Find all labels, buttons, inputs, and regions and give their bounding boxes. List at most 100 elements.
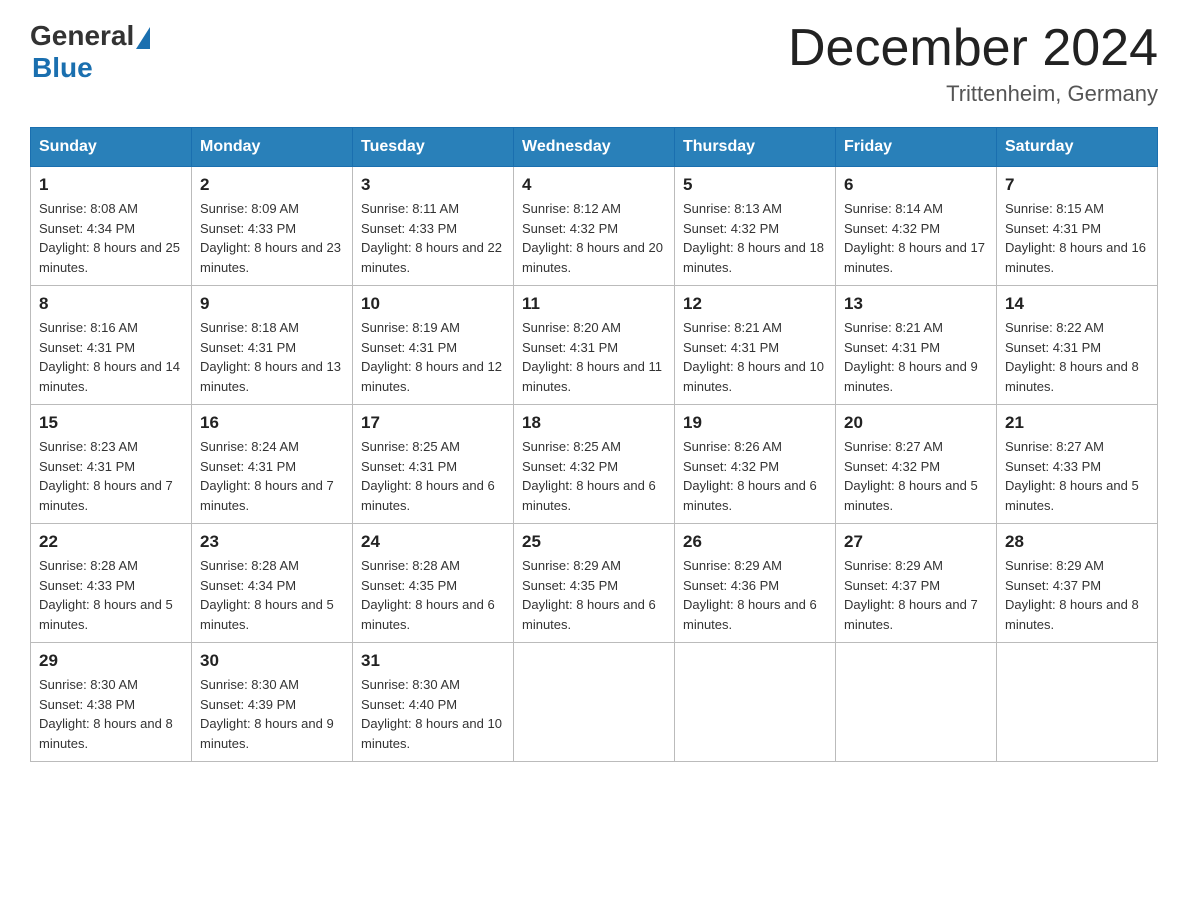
calendar-cell	[836, 643, 997, 762]
weekday-header-sunday: Sunday	[31, 128, 192, 167]
day-number: 20	[844, 413, 988, 433]
calendar-cell: 15 Sunrise: 8:23 AMSunset: 4:31 PMDayligh…	[31, 405, 192, 524]
calendar-week-row: 29 Sunrise: 8:30 AMSunset: 4:38 PMDayligh…	[31, 643, 1158, 762]
day-info: Sunrise: 8:24 AMSunset: 4:31 PMDaylight:…	[200, 437, 344, 515]
day-number: 1	[39, 175, 183, 195]
day-info: Sunrise: 8:30 AMSunset: 4:40 PMDaylight:…	[361, 675, 505, 753]
calendar-cell: 12 Sunrise: 8:21 AMSunset: 4:31 PMDayligh…	[675, 286, 836, 405]
calendar-cell: 9 Sunrise: 8:18 AMSunset: 4:31 PMDaylight…	[192, 286, 353, 405]
calendar-cell: 13 Sunrise: 8:21 AMSunset: 4:31 PMDayligh…	[836, 286, 997, 405]
calendar-cell: 2 Sunrise: 8:09 AMSunset: 4:33 PMDaylight…	[192, 167, 353, 286]
calendar-cell: 5Sunrise: 8:13 AMSunset: 4:32 PMDaylight…	[675, 167, 836, 286]
day-number: 26	[683, 532, 827, 552]
title-section: December 2024 Trittenheim, Germany	[788, 20, 1158, 107]
day-info: Sunrise: 8:27 AMSunset: 4:32 PMDaylight:…	[844, 437, 988, 515]
calendar-cell: 26 Sunrise: 8:29 AMSunset: 4:36 PMDayligh…	[675, 524, 836, 643]
calendar-cell: 22Sunrise: 8:28 AMSunset: 4:33 PMDayligh…	[31, 524, 192, 643]
day-number: 5	[683, 175, 827, 195]
day-number: 16	[200, 413, 344, 433]
day-info: Sunrise: 8:26 AMSunset: 4:32 PMDaylight:…	[683, 437, 827, 515]
calendar-cell: 29 Sunrise: 8:30 AMSunset: 4:38 PMDayligh…	[31, 643, 192, 762]
day-number: 18	[522, 413, 666, 433]
weekday-header-monday: Monday	[192, 128, 353, 167]
day-info: Sunrise: 8:20 AMSunset: 4:31 PMDaylight:…	[522, 318, 666, 396]
calendar-cell: 30Sunrise: 8:30 AMSunset: 4:39 PMDayligh…	[192, 643, 353, 762]
calendar-cell: 24 Sunrise: 8:28 AMSunset: 4:35 PMDayligh…	[353, 524, 514, 643]
day-info: Sunrise: 8:28 AMSunset: 4:34 PMDaylight:…	[200, 556, 344, 634]
day-info: Sunrise: 8:08 AMSunset: 4:34 PMDaylight:…	[39, 199, 183, 277]
day-number: 25	[522, 532, 666, 552]
day-number: 15	[39, 413, 183, 433]
calendar-cell: 1 Sunrise: 8:08 AMSunset: 4:34 PMDaylight…	[31, 167, 192, 286]
day-number: 12	[683, 294, 827, 314]
day-number: 31	[361, 651, 505, 671]
calendar-cell: 14Sunrise: 8:22 AMSunset: 4:31 PMDayligh…	[997, 286, 1158, 405]
day-number: 28	[1005, 532, 1149, 552]
day-number: 23	[200, 532, 344, 552]
day-info: Sunrise: 8:11 AMSunset: 4:33 PMDaylight:…	[361, 199, 505, 277]
calendar-cell: 3 Sunrise: 8:11 AMSunset: 4:33 PMDaylight…	[353, 167, 514, 286]
calendar-cell: 11 Sunrise: 8:20 AMSunset: 4:31 PMDayligh…	[514, 286, 675, 405]
day-info: Sunrise: 8:19 AMSunset: 4:31 PMDaylight:…	[361, 318, 505, 396]
day-number: 21	[1005, 413, 1149, 433]
logo: General Blue	[30, 20, 150, 84]
day-info: Sunrise: 8:29 AMSunset: 4:36 PMDaylight:…	[683, 556, 827, 634]
day-number: 17	[361, 413, 505, 433]
calendar-cell: 28 Sunrise: 8:29 AMSunset: 4:37 PMDayligh…	[997, 524, 1158, 643]
calendar-cell: 19 Sunrise: 8:26 AMSunset: 4:32 PMDayligh…	[675, 405, 836, 524]
day-number: 9	[200, 294, 344, 314]
day-number: 6	[844, 175, 988, 195]
weekday-header-thursday: Thursday	[675, 128, 836, 167]
day-info: Sunrise: 8:21 AMSunset: 4:31 PMDaylight:…	[844, 318, 988, 396]
day-number: 19	[683, 413, 827, 433]
calendar-cell: 16 Sunrise: 8:24 AMSunset: 4:31 PMDayligh…	[192, 405, 353, 524]
weekday-header-saturday: Saturday	[997, 128, 1158, 167]
day-number: 29	[39, 651, 183, 671]
calendar-week-row: 1 Sunrise: 8:08 AMSunset: 4:34 PMDaylight…	[31, 167, 1158, 286]
day-info: Sunrise: 8:14 AMSunset: 4:32 PMDaylight:…	[844, 199, 988, 277]
calendar-week-row: 15 Sunrise: 8:23 AMSunset: 4:31 PMDayligh…	[31, 405, 1158, 524]
day-number: 11	[522, 294, 666, 314]
day-info: Sunrise: 8:29 AMSunset: 4:35 PMDaylight:…	[522, 556, 666, 634]
day-info: Sunrise: 8:29 AMSunset: 4:37 PMDaylight:…	[844, 556, 988, 634]
day-info: Sunrise: 8:28 AMSunset: 4:35 PMDaylight:…	[361, 556, 505, 634]
day-info: Sunrise: 8:23 AMSunset: 4:31 PMDaylight:…	[39, 437, 183, 515]
day-info: Sunrise: 8:09 AMSunset: 4:33 PMDaylight:…	[200, 199, 344, 277]
weekday-header-wednesday: Wednesday	[514, 128, 675, 167]
day-info: Sunrise: 8:30 AMSunset: 4:38 PMDaylight:…	[39, 675, 183, 753]
day-info: Sunrise: 8:29 AMSunset: 4:37 PMDaylight:…	[1005, 556, 1149, 634]
calendar-cell: 4Sunrise: 8:12 AMSunset: 4:32 PMDaylight…	[514, 167, 675, 286]
month-title: December 2024	[788, 20, 1158, 77]
calendar-cell: 8 Sunrise: 8:16 AMSunset: 4:31 PMDaylight…	[31, 286, 192, 405]
day-number: 3	[361, 175, 505, 195]
calendar-cell: 10 Sunrise: 8:19 AMSunset: 4:31 PMDayligh…	[353, 286, 514, 405]
weekday-header-row: SundayMondayTuesdayWednesdayThursdayFrid…	[31, 128, 1158, 167]
calendar-cell: 31 Sunrise: 8:30 AMSunset: 4:40 PMDayligh…	[353, 643, 514, 762]
calendar-cell	[675, 643, 836, 762]
calendar-cell	[997, 643, 1158, 762]
logo-blue-text: Blue	[32, 52, 93, 84]
calendar-cell: 6 Sunrise: 8:14 AMSunset: 4:32 PMDaylight…	[836, 167, 997, 286]
calendar-cell: 7Sunrise: 8:15 AMSunset: 4:31 PMDaylight…	[997, 167, 1158, 286]
day-info: Sunrise: 8:16 AMSunset: 4:31 PMDaylight:…	[39, 318, 183, 396]
calendar-cell: 27 Sunrise: 8:29 AMSunset: 4:37 PMDayligh…	[836, 524, 997, 643]
day-number: 24	[361, 532, 505, 552]
day-number: 2	[200, 175, 344, 195]
day-info: Sunrise: 8:21 AMSunset: 4:31 PMDaylight:…	[683, 318, 827, 396]
day-info: Sunrise: 8:15 AMSunset: 4:31 PMDaylight:…	[1005, 199, 1149, 277]
day-info: Sunrise: 8:28 AMSunset: 4:33 PMDaylight:…	[39, 556, 183, 634]
logo-triangle-icon	[136, 27, 150, 49]
calendar-cell: 20 Sunrise: 8:27 AMSunset: 4:32 PMDayligh…	[836, 405, 997, 524]
day-info: Sunrise: 8:18 AMSunset: 4:31 PMDaylight:…	[200, 318, 344, 396]
day-info: Sunrise: 8:27 AMSunset: 4:33 PMDaylight:…	[1005, 437, 1149, 515]
day-info: Sunrise: 8:25 AMSunset: 4:31 PMDaylight:…	[361, 437, 505, 515]
weekday-header-friday: Friday	[836, 128, 997, 167]
day-info: Sunrise: 8:12 AMSunset: 4:32 PMDaylight:…	[522, 199, 666, 277]
calendar-cell: 25 Sunrise: 8:29 AMSunset: 4:35 PMDayligh…	[514, 524, 675, 643]
day-info: Sunrise: 8:25 AMSunset: 4:32 PMDaylight:…	[522, 437, 666, 515]
day-number: 13	[844, 294, 988, 314]
calendar-cell: 23 Sunrise: 8:28 AMSunset: 4:34 PMDayligh…	[192, 524, 353, 643]
day-number: 27	[844, 532, 988, 552]
day-number: 8	[39, 294, 183, 314]
day-number: 10	[361, 294, 505, 314]
